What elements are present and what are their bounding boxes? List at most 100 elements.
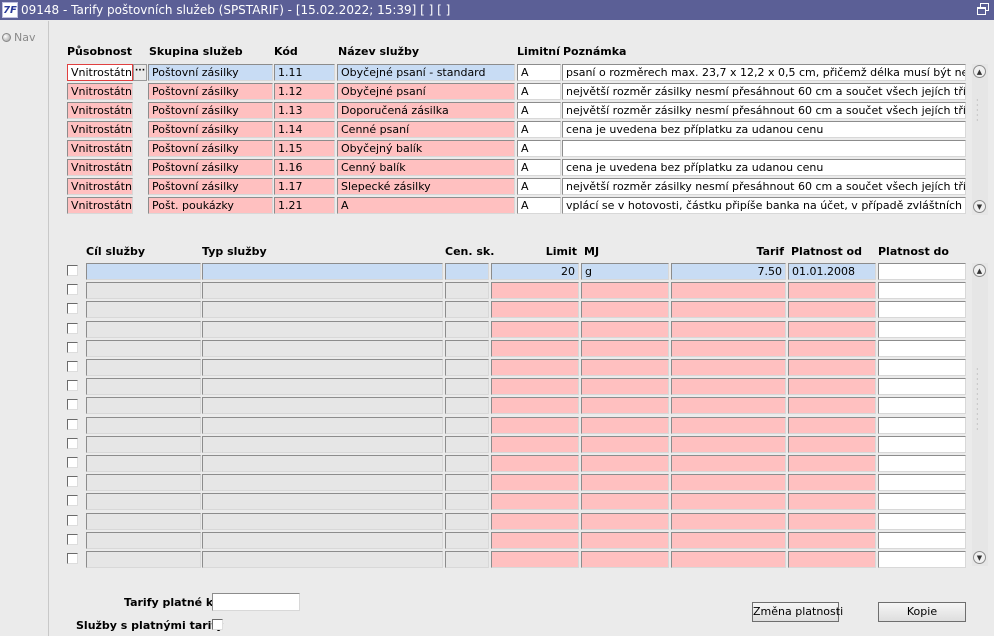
pusobnost-field[interactable]: Vnitrostátní bbox=[67, 197, 133, 214]
typ-sluzby-field[interactable] bbox=[202, 513, 443, 530]
limit-field[interactable] bbox=[491, 551, 579, 568]
cen-sk-field[interactable] bbox=[445, 321, 489, 338]
mj-field[interactable] bbox=[581, 455, 669, 472]
typ-sluzby-field[interactable] bbox=[202, 417, 443, 434]
tarif-field[interactable] bbox=[671, 474, 786, 491]
platnost-od-field[interactable] bbox=[788, 436, 876, 453]
cen-sk-field[interactable] bbox=[445, 359, 489, 376]
platnost-od-field[interactable] bbox=[788, 397, 876, 414]
scroll-up-icon[interactable]: ▲ bbox=[973, 264, 986, 277]
typ-sluzby-field[interactable] bbox=[202, 436, 443, 453]
mj-field[interactable] bbox=[581, 378, 669, 395]
limitni-field[interactable]: A bbox=[517, 140, 561, 157]
limit-field[interactable] bbox=[491, 321, 579, 338]
tarif-field[interactable] bbox=[671, 493, 786, 510]
limitni-field[interactable]: A bbox=[517, 83, 561, 100]
poznamka-field[interactable]: vplácí se v hotovosti, částku připíše ba… bbox=[562, 197, 966, 214]
cil-sluzby-field[interactable] bbox=[86, 263, 201, 280]
pusobnost-field[interactable]: Vnitrostátní bbox=[67, 64, 133, 81]
limitni-field[interactable]: A bbox=[517, 64, 561, 81]
platnost-do-field[interactable] bbox=[878, 436, 966, 453]
limit-field[interactable] bbox=[491, 436, 579, 453]
cil-sluzby-field[interactable] bbox=[86, 532, 201, 549]
kod-field[interactable]: 1.21 bbox=[274, 197, 335, 214]
pusobnost-field[interactable]: Vnitrostátní bbox=[67, 178, 133, 195]
platnost-do-field[interactable] bbox=[878, 378, 966, 395]
mj-field[interactable] bbox=[581, 417, 669, 434]
cil-sluzby-field[interactable] bbox=[86, 417, 201, 434]
row-select-checkbox[interactable] bbox=[67, 553, 78, 564]
skupina-sluzeb-field[interactable]: Poštovní zásilky bbox=[148, 102, 273, 119]
platnost-od-field[interactable] bbox=[788, 417, 876, 434]
mj-field[interactable] bbox=[581, 301, 669, 318]
typ-sluzby-field[interactable] bbox=[202, 321, 443, 338]
cen-sk-field[interactable] bbox=[445, 397, 489, 414]
cen-sk-field[interactable] bbox=[445, 474, 489, 491]
cen-sk-field[interactable] bbox=[445, 378, 489, 395]
list-of-values-button[interactable]: ··· bbox=[133, 64, 147, 81]
tarify-platne-k-input[interactable] bbox=[212, 593, 300, 611]
tarif-field[interactable] bbox=[671, 417, 786, 434]
limit-field[interactable] bbox=[491, 340, 579, 357]
kod-field[interactable]: 1.15 bbox=[274, 140, 335, 157]
mj-field[interactable] bbox=[581, 340, 669, 357]
mj-field[interactable] bbox=[581, 359, 669, 376]
poznamka-field[interactable]: psaní o rozměrech max. 23,7 x 12,2 x 0,5… bbox=[562, 64, 966, 81]
platnost-do-field[interactable] bbox=[878, 359, 966, 376]
cen-sk-field[interactable] bbox=[445, 282, 489, 299]
platnost-do-field[interactable] bbox=[878, 282, 966, 299]
skupina-sluzeb-field[interactable]: Poštovní zásilky bbox=[148, 159, 273, 176]
nazev-sluzby-field[interactable]: Cenné psaní bbox=[337, 121, 515, 138]
tarif-field[interactable] bbox=[671, 455, 786, 472]
platnost-od-field[interactable] bbox=[788, 551, 876, 568]
kopie-button[interactable]: Kopie bbox=[878, 602, 966, 622]
typ-sluzby-field[interactable] bbox=[202, 532, 443, 549]
cil-sluzby-field[interactable] bbox=[86, 301, 201, 318]
row-select-checkbox[interactable] bbox=[67, 322, 78, 334]
platnost-od-field[interactable] bbox=[788, 282, 876, 299]
tarif-field[interactable] bbox=[671, 513, 786, 530]
typ-sluzby-field[interactable] bbox=[202, 340, 443, 357]
tarif-field[interactable] bbox=[671, 301, 786, 318]
row-select-checkbox[interactable] bbox=[67, 495, 78, 507]
nazev-sluzby-field[interactable]: Slepecké zásilky bbox=[337, 178, 515, 195]
row-select-checkbox[interactable] bbox=[67, 284, 78, 296]
platnost-od-field[interactable] bbox=[788, 493, 876, 510]
row-select-checkbox[interactable] bbox=[67, 418, 78, 430]
cen-sk-field[interactable] bbox=[445, 263, 489, 280]
platnost-od-field[interactable] bbox=[788, 378, 876, 395]
limit-field[interactable] bbox=[491, 301, 579, 318]
platnost-do-field[interactable] bbox=[878, 513, 966, 530]
typ-sluzby-field[interactable] bbox=[202, 455, 443, 472]
cil-sluzby-field[interactable] bbox=[86, 513, 201, 530]
typ-sluzby-field[interactable] bbox=[202, 551, 443, 568]
tarif-field[interactable] bbox=[671, 397, 786, 414]
scroll-grip-icon[interactable]: · · · · · bbox=[976, 97, 984, 125]
poznamka-field[interactable]: cena je uvedena bez příplatku za udanou … bbox=[562, 159, 966, 176]
mj-field[interactable] bbox=[581, 282, 669, 299]
mj-field[interactable] bbox=[581, 436, 669, 453]
tarif-field[interactable] bbox=[671, 359, 786, 376]
skupina-sluzeb-field[interactable]: Poštovní zásilky bbox=[148, 83, 273, 100]
row-select-checkbox[interactable] bbox=[67, 514, 78, 526]
tarif-field[interactable] bbox=[671, 378, 786, 395]
limitni-field[interactable]: A bbox=[517, 197, 561, 214]
cen-sk-field[interactable] bbox=[445, 493, 489, 510]
cil-sluzby-field[interactable] bbox=[86, 359, 201, 376]
platnost-do-field[interactable] bbox=[878, 301, 966, 318]
pusobnost-field[interactable]: Vnitrostátní bbox=[67, 102, 133, 119]
cil-sluzby-field[interactable] bbox=[86, 378, 201, 395]
row-select-checkbox[interactable] bbox=[67, 380, 78, 392]
mj-field[interactable] bbox=[581, 551, 669, 568]
row-select-checkbox[interactable] bbox=[67, 399, 78, 411]
tarif-field[interactable] bbox=[671, 436, 786, 453]
kod-field[interactable]: 1.17 bbox=[274, 178, 335, 195]
kod-field[interactable]: 1.13 bbox=[274, 102, 335, 119]
row-select-checkbox[interactable] bbox=[67, 265, 78, 276]
tarif-field[interactable]: 7.50 bbox=[671, 263, 786, 280]
cen-sk-field[interactable] bbox=[445, 340, 489, 357]
cen-sk-field[interactable] bbox=[445, 436, 489, 453]
limitni-field[interactable]: A bbox=[517, 102, 561, 119]
platnost-do-field[interactable] bbox=[878, 263, 966, 280]
row-select-checkbox[interactable] bbox=[67, 476, 78, 488]
